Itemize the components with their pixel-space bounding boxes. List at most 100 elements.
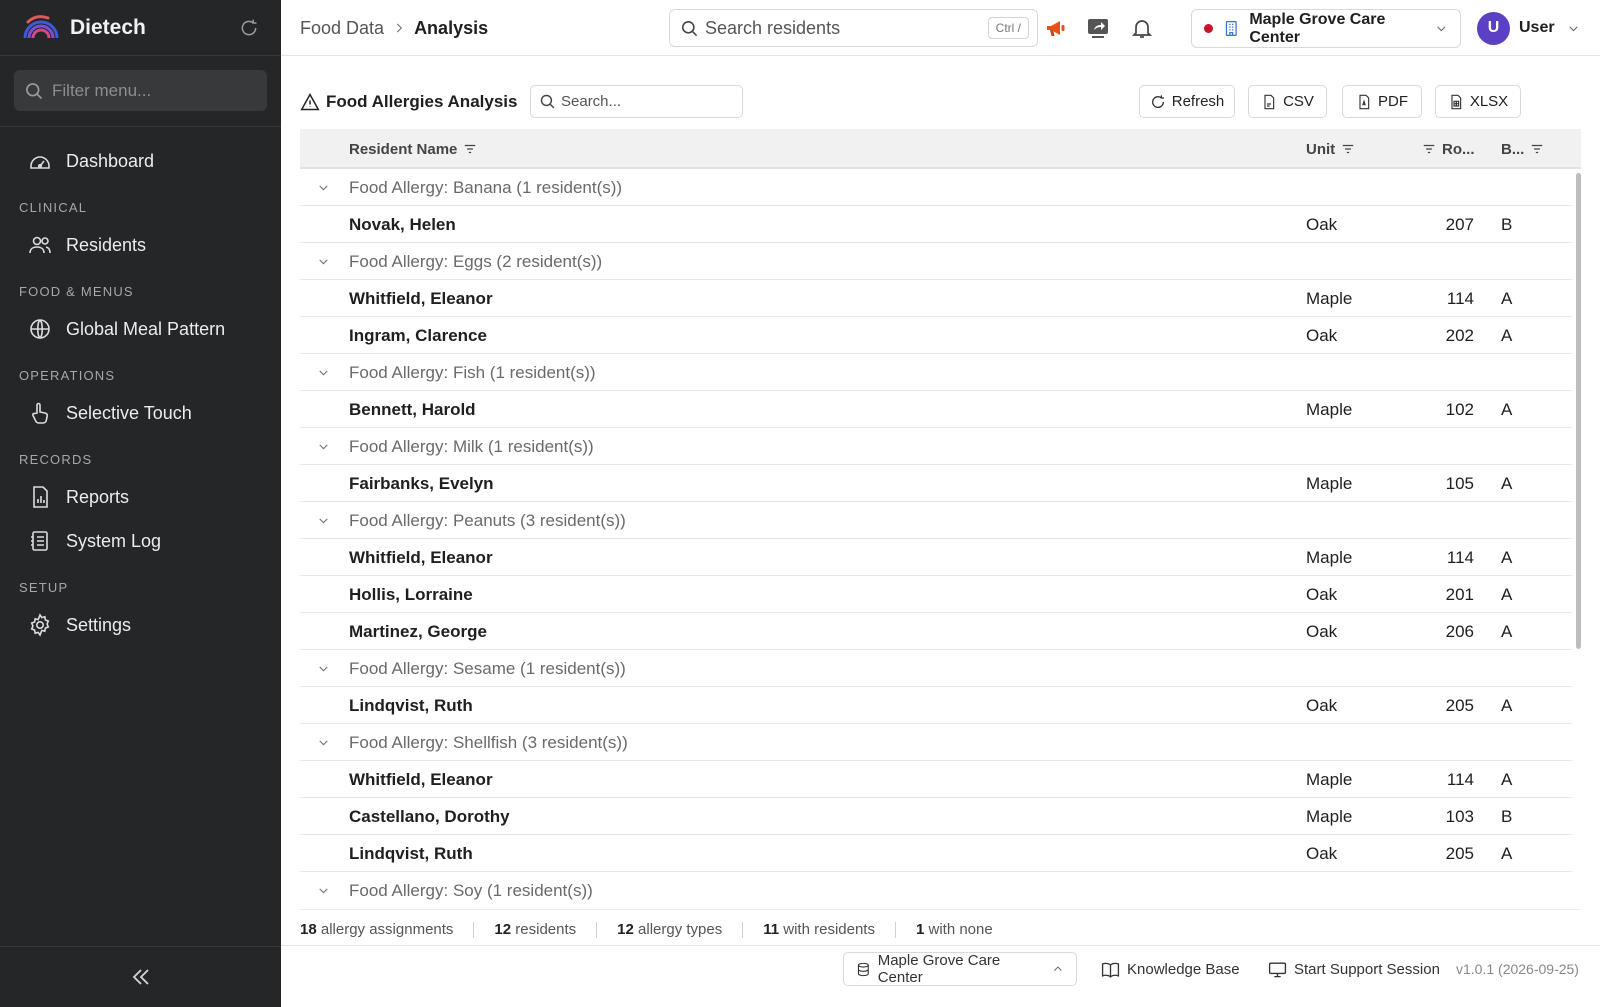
table-search-input[interactable]	[561, 93, 731, 110]
summary-count: 11	[763, 921, 780, 938]
spreadsheet-file-icon	[1451, 94, 1462, 109]
chevron-down-icon[interactable]	[317, 736, 330, 749]
footer-facility-selector[interactable]: Maple Grove Care Center	[843, 952, 1077, 986]
column-header-bed[interactable]: B...	[1501, 129, 1544, 169]
unit-cell: Oak	[1306, 843, 1338, 863]
sidebar-item-dashboard[interactable]: Dashboard	[0, 139, 281, 183]
sidebar-item-reports[interactable]: Reports	[0, 475, 281, 519]
chevron-down-icon[interactable]	[317, 514, 330, 527]
group-row[interactable]: Food Allergy: Banana (1 resident(s))	[300, 169, 1572, 206]
refresh-icon[interactable]	[239, 18, 259, 38]
search-icon	[540, 94, 555, 109]
filter-icon[interactable]	[463, 142, 477, 156]
sidebar-item-settings[interactable]: Settings	[0, 603, 281, 647]
bed-cell: A	[1501, 621, 1513, 641]
resident-search-box[interactable]: Ctrl /	[669, 9, 1038, 47]
filter-icon[interactable]	[1422, 142, 1436, 156]
room-cell: 114	[1446, 547, 1474, 567]
allergy-table: Resident Name Unit Ro... B... Food Aller…	[300, 129, 1581, 901]
filter-icon[interactable]	[1341, 142, 1355, 156]
table-row[interactable]: Whitfield, Eleanor Maple 114 A	[300, 761, 1572, 798]
user-name: User	[1519, 19, 1555, 36]
user-menu[interactable]: U User	[1477, 11, 1580, 45]
start-support-session-link[interactable]: Start Support Session	[1268, 952, 1440, 986]
facility-selector[interactable]: Maple Grove Care Center	[1191, 9, 1461, 48]
breadcrumb-food-data[interactable]: Food Data	[300, 18, 384, 39]
group-label: Food Allergy: Shellfish (3 resident(s))	[349, 732, 628, 752]
refresh-button[interactable]: Refresh	[1139, 85, 1235, 118]
chevron-down-icon[interactable]	[317, 884, 330, 897]
knowledge-base-link[interactable]: Knowledge Base	[1101, 952, 1240, 986]
chevron-right-icon	[396, 23, 403, 33]
group-row[interactable]: Food Allergy: Shellfish (3 resident(s))	[300, 724, 1572, 761]
table-row[interactable]: Hollis, Lorraine Oak 201 A	[300, 576, 1572, 613]
group-row[interactable]: Food Allergy: Soy (1 resident(s))	[300, 872, 1572, 901]
room-cell: 114	[1446, 769, 1474, 789]
table-scrollbar[interactable]	[1576, 173, 1581, 649]
share-screen-icon[interactable]	[1086, 16, 1110, 40]
group-row[interactable]: Food Allergy: Eggs (2 resident(s))	[300, 243, 1572, 280]
sidebar: Dietech Dashboard CLINICAL Residents FOO…	[0, 0, 281, 1007]
resident-name-cell: Castellano, Dorothy	[349, 806, 510, 826]
group-label: Food Allergy: Peanuts (3 resident(s))	[349, 510, 626, 530]
table-row[interactable]: Bennett, Harold Maple 102 A	[300, 391, 1572, 428]
bed-cell: A	[1501, 695, 1513, 715]
monitor-icon	[1268, 961, 1287, 977]
chevron-down-icon	[1568, 25, 1578, 31]
table-row[interactable]: Whitfield, Eleanor Maple 114 A	[300, 280, 1572, 317]
table-row[interactable]: Lindqvist, Ruth Oak 205 A	[300, 687, 1572, 724]
resident-name-cell: Hollis, Lorraine	[349, 584, 473, 604]
room-cell: 201	[1445, 584, 1474, 604]
group-row[interactable]: Food Allergy: Peanuts (3 resident(s))	[300, 502, 1572, 539]
summary-stat: 1 with none	[916, 921, 993, 938]
app-version: v1.0.1 (2026-09-25)	[1456, 961, 1579, 977]
table-row[interactable]: Martinez, George Oak 206 A	[300, 613, 1572, 650]
column-header-resident-name[interactable]: Resident Name	[349, 129, 477, 169]
filter-menu-input[interactable]	[52, 80, 252, 101]
filter-icon[interactable]	[1530, 142, 1544, 156]
chevron-down-icon[interactable]	[317, 662, 330, 675]
table-row[interactable]: Whitfield, Eleanor Maple 114 A	[300, 539, 1572, 576]
group-label: Food Allergy: Soy (1 resident(s))	[349, 880, 593, 900]
bed-cell: A	[1501, 547, 1513, 567]
bed-cell: A	[1501, 769, 1513, 789]
resident-name-cell: Whitfield, Eleanor	[349, 769, 493, 789]
column-header-room[interactable]: Ro...	[1422, 129, 1475, 169]
summary-stat: 12 allergy types	[617, 921, 722, 938]
table-row[interactable]: Ingram, Clarence Oak 202 A	[300, 317, 1572, 354]
resident-name-cell: Ingram, Clarence	[349, 325, 487, 345]
pdf-export-button[interactable]: PDF	[1342, 85, 1422, 118]
column-header-unit[interactable]: Unit	[1306, 129, 1355, 169]
table-row[interactable]: Fairbanks, Evelyn Maple 105 A	[300, 465, 1572, 502]
shortcut-badge: Ctrl /	[987, 17, 1029, 39]
sidebar-item-label: Selective Touch	[66, 402, 192, 423]
megaphone-icon[interactable]	[1044, 16, 1068, 40]
csv-export-button[interactable]: CSV	[1248, 85, 1327, 118]
column-label: Unit	[1306, 140, 1336, 158]
group-row[interactable]: Food Allergy: Milk (1 resident(s))	[300, 428, 1572, 465]
table-row[interactable]: Novak, Helen Oak 207 B	[300, 206, 1572, 243]
chevron-down-icon[interactable]	[317, 366, 330, 379]
table-row[interactable]: Castellano, Dorothy Maple 103 B	[300, 798, 1572, 835]
resident-search-input[interactable]	[705, 17, 988, 39]
unit-cell: Maple	[1306, 473, 1353, 493]
sidebar-item-system-log[interactable]: System Log	[0, 519, 281, 563]
chevron-down-icon[interactable]	[317, 181, 330, 194]
chevron-down-icon[interactable]	[317, 440, 330, 453]
xlsx-export-button[interactable]: XLSX	[1435, 85, 1521, 118]
sidebar-item-residents[interactable]: Residents	[0, 223, 281, 267]
sidebar-item-selective-touch[interactable]: Selective Touch	[0, 391, 281, 435]
sidebar-item-global-meal-pattern[interactable]: Global Meal Pattern	[0, 307, 281, 351]
table-row[interactable]: Lindqvist, Ruth Oak 205 A	[300, 835, 1572, 872]
group-row[interactable]: Food Allergy: Fish (1 resident(s))	[300, 354, 1572, 391]
group-label: Food Allergy: Sesame (1 resident(s))	[349, 658, 626, 678]
table-search-box[interactable]	[530, 85, 743, 118]
chevron-down-icon	[1437, 26, 1446, 32]
collapse-sidebar-button[interactable]	[0, 946, 281, 1007]
search-icon	[681, 20, 698, 36]
chevron-down-icon[interactable]	[317, 255, 330, 268]
sidebar-item-label: Global Meal Pattern	[66, 318, 226, 339]
filter-menu-box[interactable]	[14, 70, 267, 111]
bell-icon[interactable]	[1130, 16, 1154, 40]
group-row[interactable]: Food Allergy: Sesame (1 resident(s))	[300, 650, 1572, 687]
